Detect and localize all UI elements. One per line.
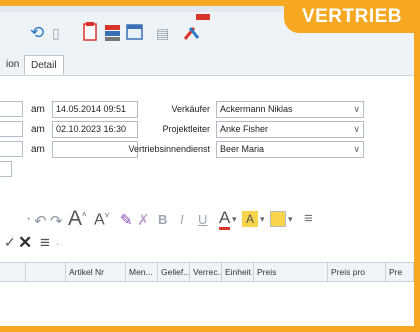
category-badge: VERTRIEB	[284, 0, 420, 33]
orange-frame	[0, 0, 420, 332]
